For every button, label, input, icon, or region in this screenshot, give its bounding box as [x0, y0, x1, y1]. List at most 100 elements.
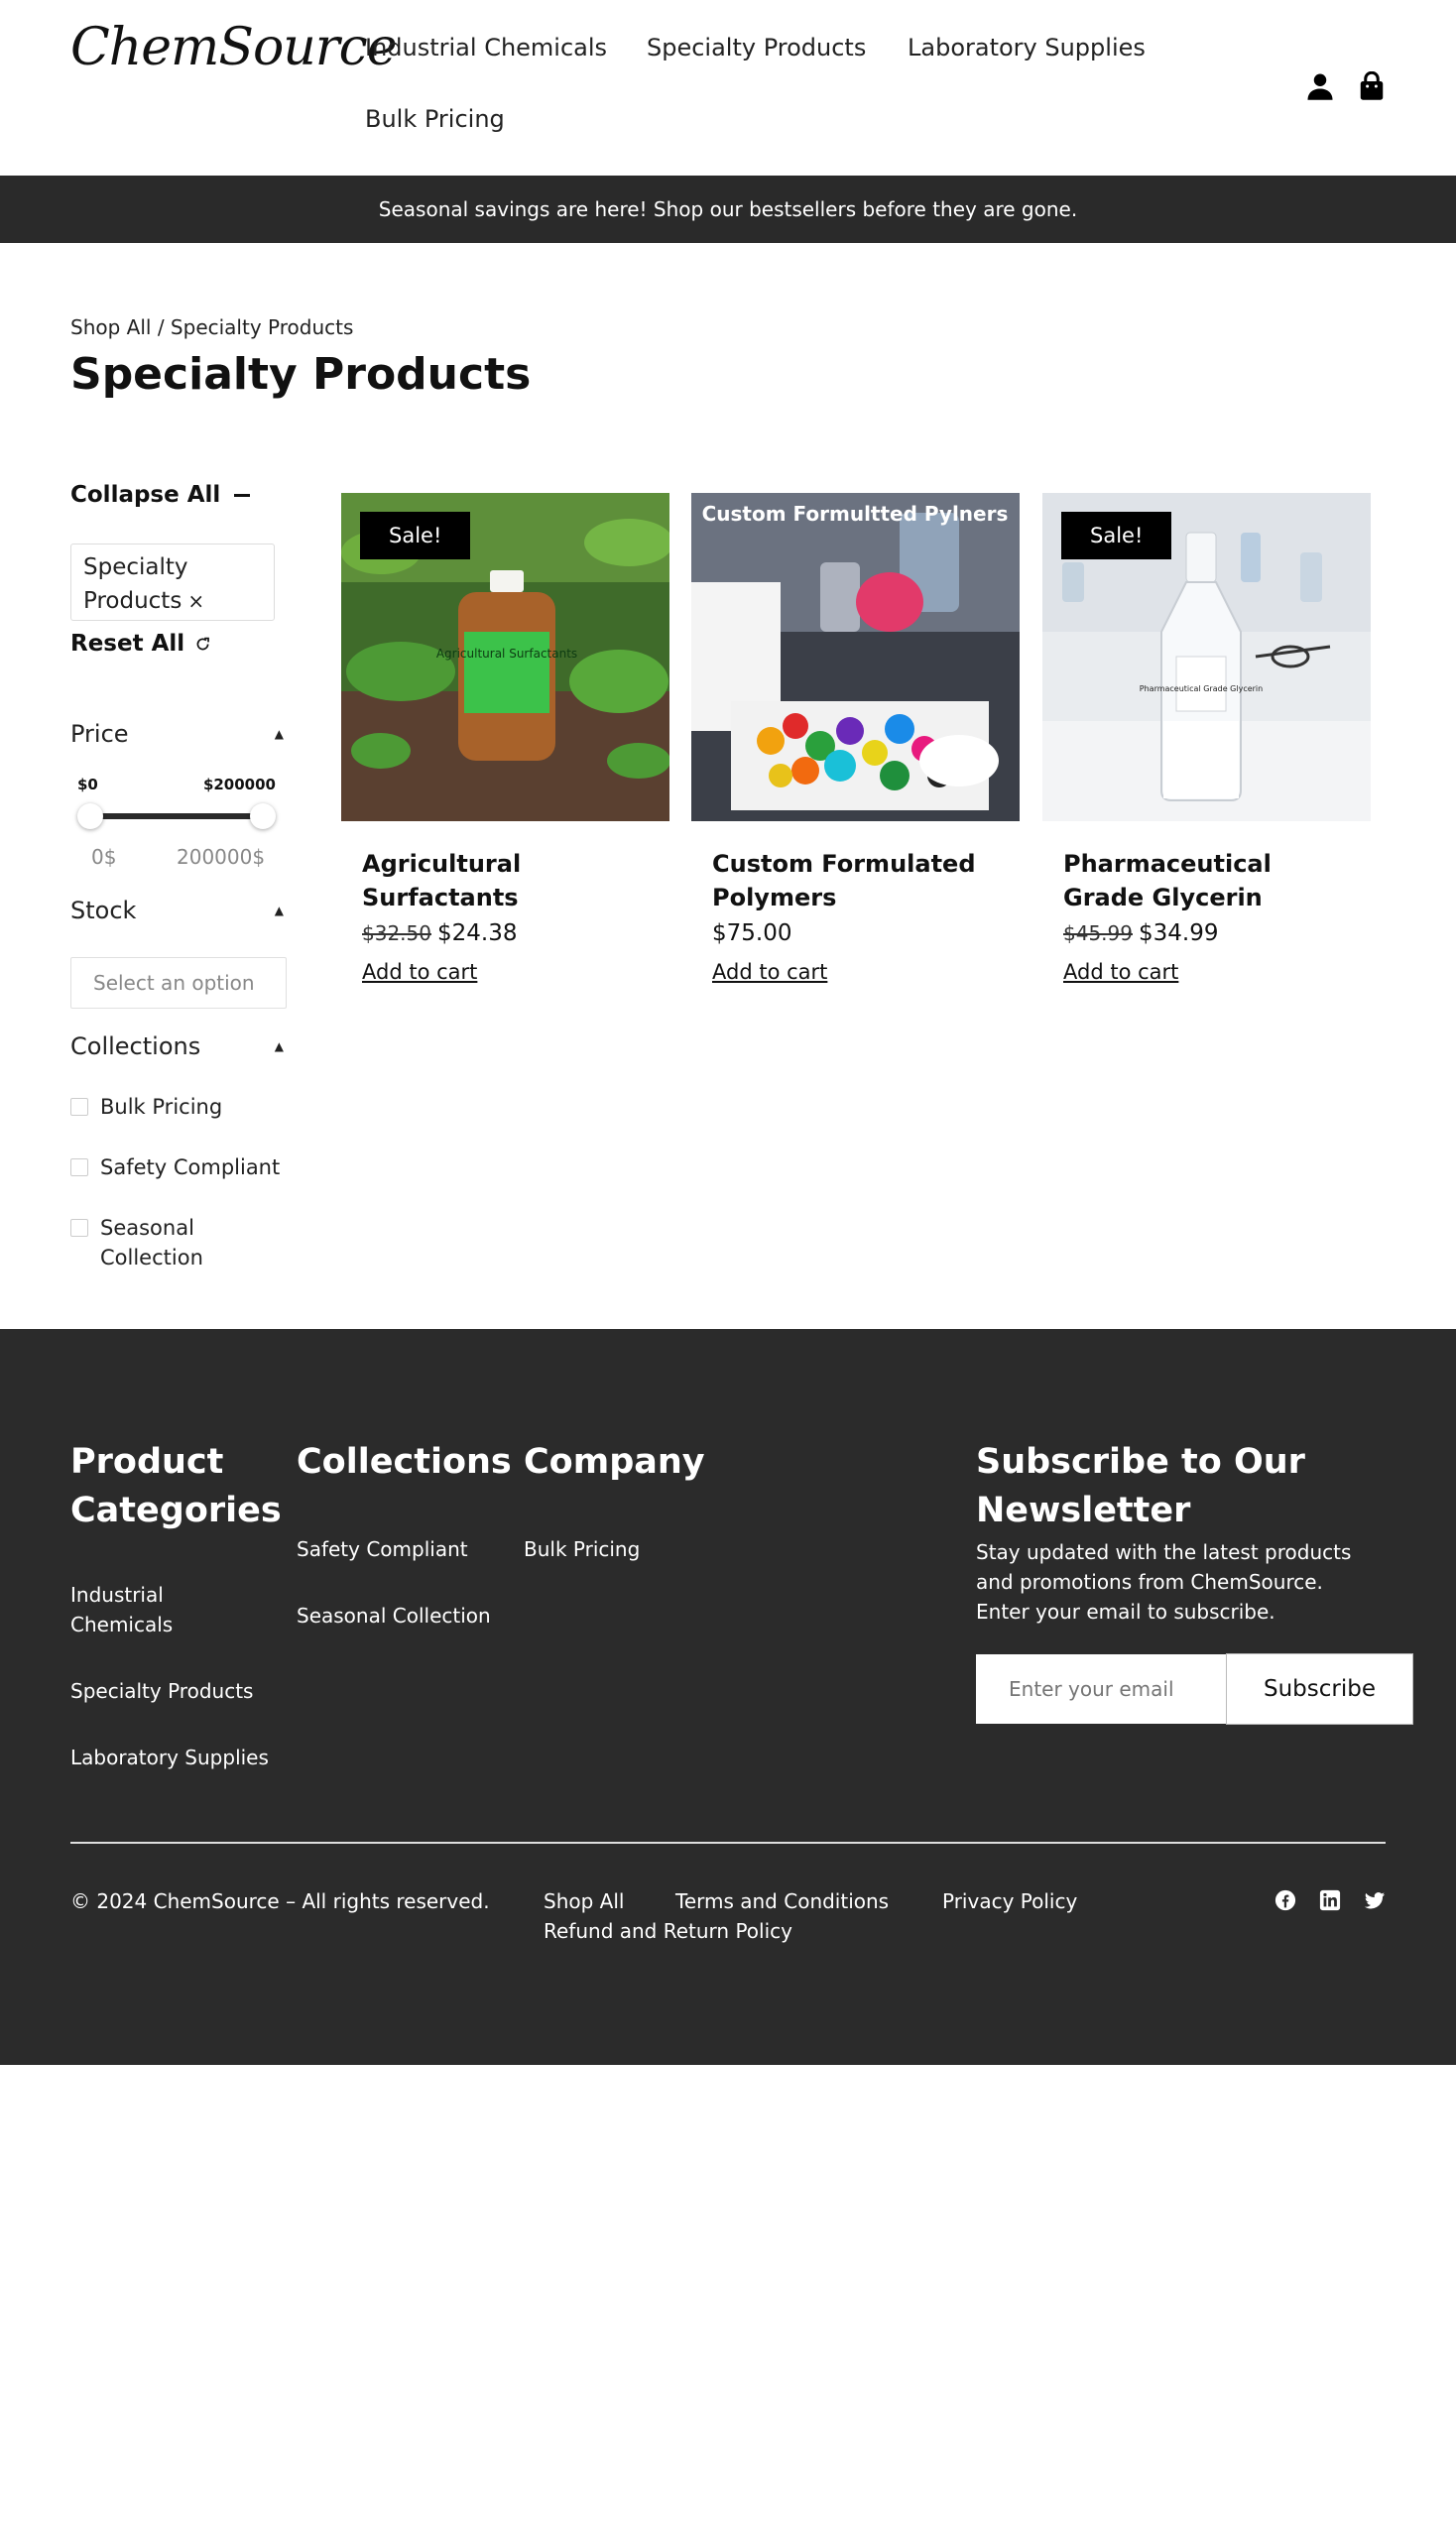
product-image-label: Agricultural Surfactants — [436, 647, 577, 661]
footer-column-title: Company — [524, 1442, 705, 1482]
newsletter-email-input[interactable] — [976, 1654, 1226, 1724]
collapse-all-label: Collapse All — [70, 482, 221, 508]
product-sale-price: $34.99 — [1138, 920, 1219, 946]
breadcrumb-separator: / — [151, 315, 171, 339]
product-image[interactable]: Agricultural Surfactants Sale! — [341, 493, 669, 821]
price-filter-title: Price — [70, 720, 129, 748]
product-image-label: Pharmaceutical Grade Glycerin — [1140, 684, 1263, 693]
close-icon[interactable]: × — [187, 589, 204, 613]
product-old-price: $45.99 — [1063, 921, 1133, 945]
product-card: Agricultural Surfactants Sale! Agricultu… — [341, 493, 669, 984]
price-range-track[interactable] — [89, 813, 263, 819]
footer-column-title: Collections — [297, 1442, 512, 1482]
product-image[interactable]: Pharmaceutical Grade Glycerin Sale! — [1042, 493, 1371, 821]
footer-column-title: Product Categories — [70, 1442, 282, 1530]
price-range-slider: $0 $200000 — [77, 776, 276, 855]
stock-filter-header[interactable]: Stock ▲ — [70, 897, 284, 924]
twitter-icon[interactable] — [1364, 1889, 1386, 1911]
footer-link[interactable]: Specialty Products — [70, 1676, 253, 1706]
newsletter-description: Stay updated with the latest products an… — [976, 1540, 1352, 1624]
stock-select-placeholder: Select an option — [93, 971, 255, 995]
product-image-label: Custom Formultted Pylners — [702, 502, 1009, 526]
add-to-cart-button[interactable]: Add to cart — [1063, 960, 1178, 984]
price-min-label: $0 — [77, 776, 98, 793]
breadcrumb: Shop All / Specialty Products — [70, 315, 353, 339]
collections-filter-title: Collections — [70, 1032, 201, 1060]
legal-link-terms[interactable]: Terms and Conditions — [675, 1889, 889, 1913]
product-sale-price: $75.00 — [712, 920, 792, 946]
checkbox[interactable] — [70, 1098, 88, 1116]
checkbox[interactable] — [70, 1219, 88, 1237]
newsletter-section: Subscribe to Our Newsletter — [976, 1438, 1313, 1535]
product-name[interactable]: Pharmaceutical Grade Glycerin — [1063, 847, 1350, 914]
nav-item-specialty-products[interactable]: Specialty Products — [647, 34, 866, 61]
legal-link-shop-all[interactable]: Shop All — [544, 1889, 624, 1913]
subscribe-button[interactable]: Subscribe — [1226, 1653, 1413, 1725]
reset-all-button[interactable]: Reset All — [70, 631, 211, 657]
nav-item-bulk-pricing[interactable]: Bulk Pricing — [365, 105, 505, 133]
breadcrumb-shop-all[interactable]: Shop All — [70, 315, 151, 339]
chevron-up-icon: ▲ — [274, 727, 284, 741]
price-min-handle[interactable] — [77, 803, 103, 829]
footer-link[interactable]: Bulk Pricing — [524, 1534, 640, 1564]
newsletter-title: Subscribe to Our Newsletter — [976, 1442, 1305, 1530]
product-photo-polymers: Custom Formultted Pylners — [691, 493, 1020, 821]
legal-link-privacy[interactable]: Privacy Policy — [942, 1889, 1077, 1913]
product-price: $32.50 $24.38 — [362, 920, 649, 946]
shopping-bag-icon[interactable] — [1357, 71, 1387, 101]
price-max-label: $200000 — [202, 776, 276, 793]
minus-icon — [234, 493, 251, 497]
collection-option-label: Bulk Pricing — [100, 1095, 223, 1119]
product-name[interactable]: Agricultural Surfactants — [362, 847, 649, 914]
collection-option-bulk-pricing[interactable]: Bulk Pricing — [70, 1092, 222, 1122]
social-links — [1274, 1889, 1386, 1911]
product-price: $75.00 — [712, 920, 999, 946]
collapse-all-button[interactable]: Collapse All — [70, 482, 251, 508]
add-to-cart-button[interactable]: Add to cart — [712, 960, 827, 984]
product-name[interactable]: Custom Formulated Polymers — [712, 847, 999, 914]
product-image[interactable]: Custom Formultted Pylners — [691, 493, 1020, 821]
user-icon[interactable] — [1305, 71, 1335, 101]
product-card: Pharmaceutical Grade Glycerin Sale! Phar… — [1042, 493, 1371, 984]
footer-link[interactable]: Industrial Chemicals — [70, 1580, 269, 1639]
stock-select[interactable]: Select an option — [70, 957, 287, 1009]
chip-label: Specialty Products — [83, 554, 188, 614]
price-max-value: 200000$ — [177, 845, 266, 869]
price-min-value: 0$ — [91, 845, 117, 869]
footer-link[interactable]: Seasonal Collection — [297, 1601, 491, 1631]
site-header: ChemSource Industrial Chemicals Specialt… — [0, 0, 1456, 176]
footer-link[interactable]: Laboratory Supplies — [70, 1743, 269, 1772]
collection-option-seasonal-collection[interactable]: Seasonal Collection — [70, 1213, 219, 1272]
checkbox[interactable] — [70, 1158, 88, 1176]
footer-column-collections: Collections — [297, 1438, 512, 1487]
nav-item-industrial-chemicals[interactable]: Industrial Chemicals — [365, 34, 607, 61]
legal-link-refund[interactable]: Refund and Return Policy — [544, 1919, 792, 1943]
header-actions — [1305, 71, 1387, 101]
brand-logo[interactable]: ChemSource — [70, 18, 398, 77]
footer-divider — [70, 1842, 1386, 1844]
price-max-handle[interactable] — [250, 803, 276, 829]
copyright-text: © 2024 ChemSource – All rights reserved. — [70, 1889, 490, 1913]
breadcrumb-current: Specialty Products — [170, 315, 354, 339]
promo-banner: Seasonal savings are here! Shop our best… — [0, 176, 1456, 243]
add-to-cart-button[interactable]: Add to cart — [362, 960, 477, 984]
footer-link[interactable]: Safety Compliant — [297, 1534, 468, 1564]
linkedin-icon[interactable] — [1319, 1889, 1341, 1911]
price-filter-header[interactable]: Price ▲ — [70, 720, 284, 748]
product-card: Custom Formultted Pylners Custom Formula… — [691, 493, 1020, 984]
product-sale-price: $24.38 — [436, 920, 518, 946]
facebook-icon[interactable] — [1274, 1889, 1296, 1911]
collection-option-label: Seasonal Collection — [100, 1216, 203, 1270]
footer-column-product-categories: Product Categories — [70, 1438, 282, 1535]
stock-filter-title: Stock — [70, 897, 137, 924]
reset-all-label: Reset All — [70, 631, 185, 657]
collection-option-label: Safety Compliant — [100, 1155, 281, 1179]
refresh-icon — [196, 637, 210, 650]
product-price: $45.99 $34.99 — [1063, 920, 1350, 946]
footer-column-company: Company — [524, 1438, 705, 1487]
collection-option-safety-compliant[interactable]: Safety Compliant — [70, 1152, 280, 1182]
active-filter-chip: Specialty Products × — [70, 544, 275, 621]
collections-filter-header[interactable]: Collections ▲ — [70, 1032, 284, 1060]
page-title: Specialty Products — [70, 349, 532, 400]
nav-item-laboratory-supplies[interactable]: Laboratory Supplies — [908, 34, 1146, 61]
